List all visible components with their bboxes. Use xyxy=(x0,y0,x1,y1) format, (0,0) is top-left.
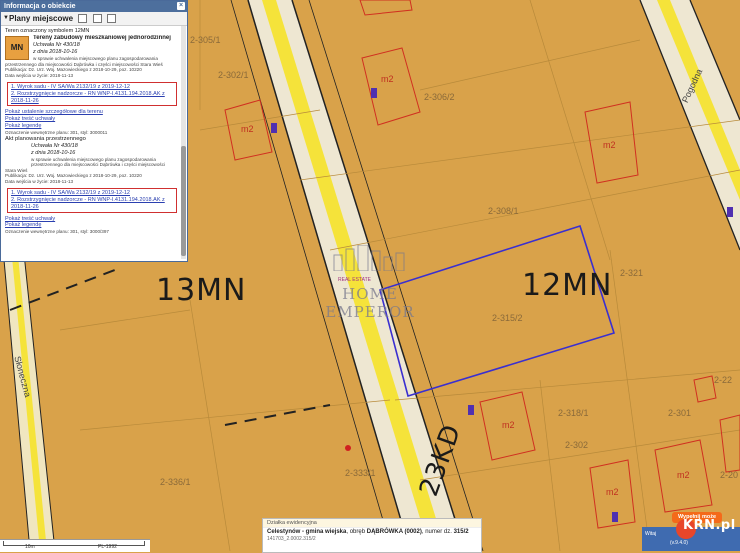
scale-length: 10m xyxy=(25,544,35,550)
panel-body: Teren oznaczony symbolem 12MN MN Tereny … xyxy=(1,26,181,261)
resolution-block: MN Tereny zabudowy mieszkaniowej jednoro… xyxy=(5,35,177,78)
land-use-title: Tereny zabudowy mieszkaniowej jednorodzi… xyxy=(33,35,171,41)
scrollbar-thumb[interactable] xyxy=(181,146,186,256)
survey-point-marker xyxy=(345,445,351,451)
parcel-number: 2-308/1 xyxy=(488,206,519,216)
related-documents-box: 1. Wyrok sadu - IV SA/Wa 2132/19 z 2019-… xyxy=(7,188,177,213)
obreb-label: obręb xyxy=(349,529,366,535)
show-legend-link[interactable]: Pokaż legendę xyxy=(5,222,177,229)
welcome-text: Witaj xyxy=(645,531,657,537)
scale-bar: 10m PL-1992 xyxy=(0,539,150,552)
parcel-number: 2-306/2 xyxy=(424,92,455,102)
building-label: m2 xyxy=(603,140,616,150)
court-ruling-link[interactable]: 1. Wyrok sadu - IV SA/Wa 2132/19 z 2019-… xyxy=(11,190,173,197)
supervisory-decision-link[interactable]: 2. Rozstrzygnięcie nadzorcze - RN WNP-I.… xyxy=(11,91,173,105)
related-documents-box: 1. Wyrok sadu - IV SA/Wa 2132/19 z 2019-… xyxy=(7,82,177,107)
parcel-number: 2-336/1 xyxy=(160,477,191,487)
court-ruling-link[interactable]: 1. Wyrok sadu - IV SA/Wa 2132/19 z 2019-… xyxy=(11,84,173,91)
city-skyline-icon xyxy=(333,245,405,271)
plan-number: Oznaczenie wewnętrzne planu: 301, styl: … xyxy=(5,229,109,235)
parcel-number: 2-302/1 xyxy=(218,70,249,80)
close-icon[interactable]: × xyxy=(177,2,185,10)
resolution-date: z dnia 2018-10-16 xyxy=(33,49,78,55)
building-label: m2 xyxy=(381,74,394,84)
panel-scrollbar[interactable] xyxy=(181,26,186,259)
parcel-number: 2-305/1 xyxy=(190,35,221,45)
parcel-number: 2-301 xyxy=(668,408,692,418)
show-resolution-text-link[interactable]: Pokaż treść uchwały xyxy=(5,216,177,223)
list-icon[interactable] xyxy=(92,14,102,24)
print-icon[interactable] xyxy=(106,14,116,24)
planning-act-block: Uchwała Nr 430/18 z dnia 2018-10-16 w sp… xyxy=(5,143,177,185)
effective-date: Data wejścia w życie: 2018-11-13 xyxy=(5,72,74,78)
panel-section-title: Plany miejscowe xyxy=(9,14,74,23)
watermark-text: HOME EMPEROR xyxy=(325,285,415,321)
parcel-number: 2-302 xyxy=(565,440,589,450)
show-resolution-text-link[interactable]: Pokaż treść uchwały xyxy=(5,116,177,123)
obreb-value: DĄBRÓWKA (0002) xyxy=(366,529,422,535)
parcel-number: 2-318/1 xyxy=(558,408,589,418)
planning-act-title: Akt planowania przestrzennego xyxy=(5,135,86,142)
parcel-number: 2-22 xyxy=(714,375,733,385)
resolution-description: w sprawie uchwalenia miejscowego planu z… xyxy=(5,56,163,67)
parcel-number: 2-315/2 xyxy=(492,313,523,323)
panel-title: Informacja o obiekcie xyxy=(4,3,76,10)
zone-symbol: MN xyxy=(5,36,29,60)
parcel-number: 2-321 xyxy=(620,268,644,278)
panel-titlebar[interactable]: Informacja o obiekcie × xyxy=(1,1,187,12)
settings-icon[interactable] xyxy=(78,14,88,24)
zone-label-12mn: 12MN xyxy=(522,268,613,303)
building-label: m2 xyxy=(606,487,619,497)
zone-label-13mn: 13MN xyxy=(156,273,247,308)
parcel-number-label: numer dz. xyxy=(425,529,452,535)
parcel-number: 2-333/1 xyxy=(345,468,376,478)
parcel-id: 141703_2.0002.315/2 xyxy=(267,536,316,542)
building-label: m2 xyxy=(241,124,254,134)
building-label: m2 xyxy=(502,420,515,430)
parcel-info-header: Działka ewidencyjna xyxy=(263,519,481,528)
show-detail-link[interactable]: Pokaż ustalenie szczegółowe dla terenu xyxy=(5,109,177,116)
resolution-number: Uchwała Nr 430/18 xyxy=(33,42,80,48)
resolution-number: Uchwała Nr 430/18 xyxy=(31,142,78,149)
building-label: m2 xyxy=(677,470,690,480)
object-info-panel[interactable]: Informacja o obiekcie × ▼ Plany miejscow… xyxy=(0,0,188,262)
coordinate-system: PL-1992 xyxy=(98,544,117,550)
parcel-number: 2-20 xyxy=(720,470,739,480)
watermark-subtitle: REAL ESTATE xyxy=(338,277,371,283)
parcel-info-row: Celestynów - gmina wiejska, obręb DĄBRÓW… xyxy=(267,529,469,535)
krn-logo-text: KRN.pl xyxy=(683,518,736,533)
zone-intro: Teren oznaczony symbolem 12MN xyxy=(5,28,90,34)
resolution-date: z dnia 2018-10-16 xyxy=(31,149,76,156)
resolution-description: w sprawie uchwalenia miejscowego planu z… xyxy=(5,156,166,173)
krn-logo: KRN.pl xyxy=(668,507,740,551)
collapse-triangle-icon[interactable]: ▼ xyxy=(3,12,9,25)
show-legend-link[interactable]: Pokaż legendę xyxy=(5,123,177,130)
supervisory-decision-link[interactable]: 2. Rozstrzygnięcie nadzorcze - RN WNP-I.… xyxy=(11,197,173,211)
panel-toolbar: ▼ Plany miejscowe xyxy=(1,12,187,26)
municipality: Celestynów - gmina wiejska xyxy=(267,529,347,535)
effective-date: Data wejścia w życie: 2018-11-13 xyxy=(5,178,74,184)
watermark-logo: REAL ESTATE HOME EMPEROR xyxy=(300,245,440,321)
parcel-info-box[interactable]: Działka ewidencyjna Celestynów - gmina w… xyxy=(262,518,482,553)
parcel-number-value: 315/2 xyxy=(453,529,469,535)
